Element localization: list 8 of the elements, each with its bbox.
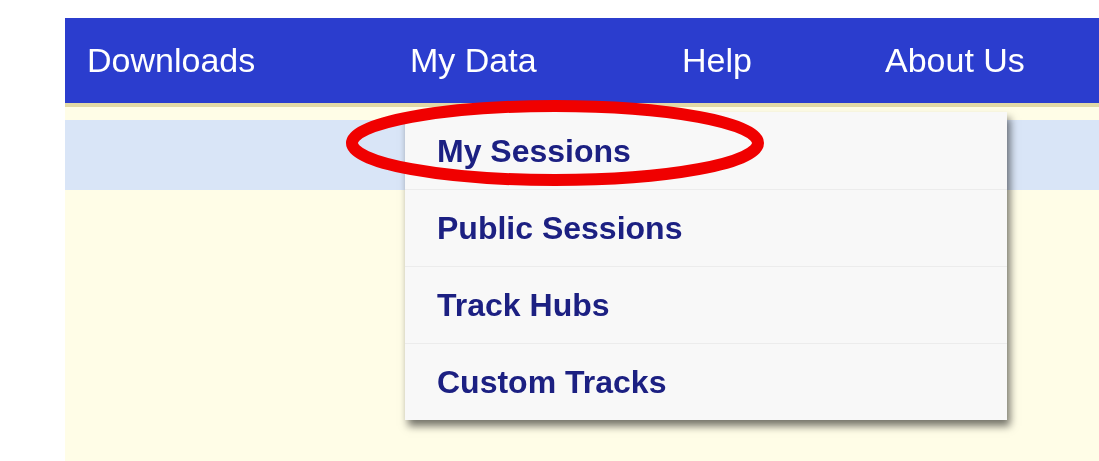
dropdown-item[interactable]: Public Sessions [405, 189, 1007, 266]
dropdown-item[interactable]: My Sessions [405, 112, 1007, 189]
nav-menu-item[interactable]: About Us [885, 35, 1025, 86]
nav-menu-item[interactable]: Downloads [87, 35, 410, 86]
dropdown-item[interactable]: Track Hubs [405, 266, 1007, 343]
nav-menu-item[interactable]: My Data [410, 35, 682, 86]
dropdown-item[interactable]: Custom Tracks [405, 343, 1007, 420]
nav-menu-item[interactable]: Help [682, 35, 885, 86]
